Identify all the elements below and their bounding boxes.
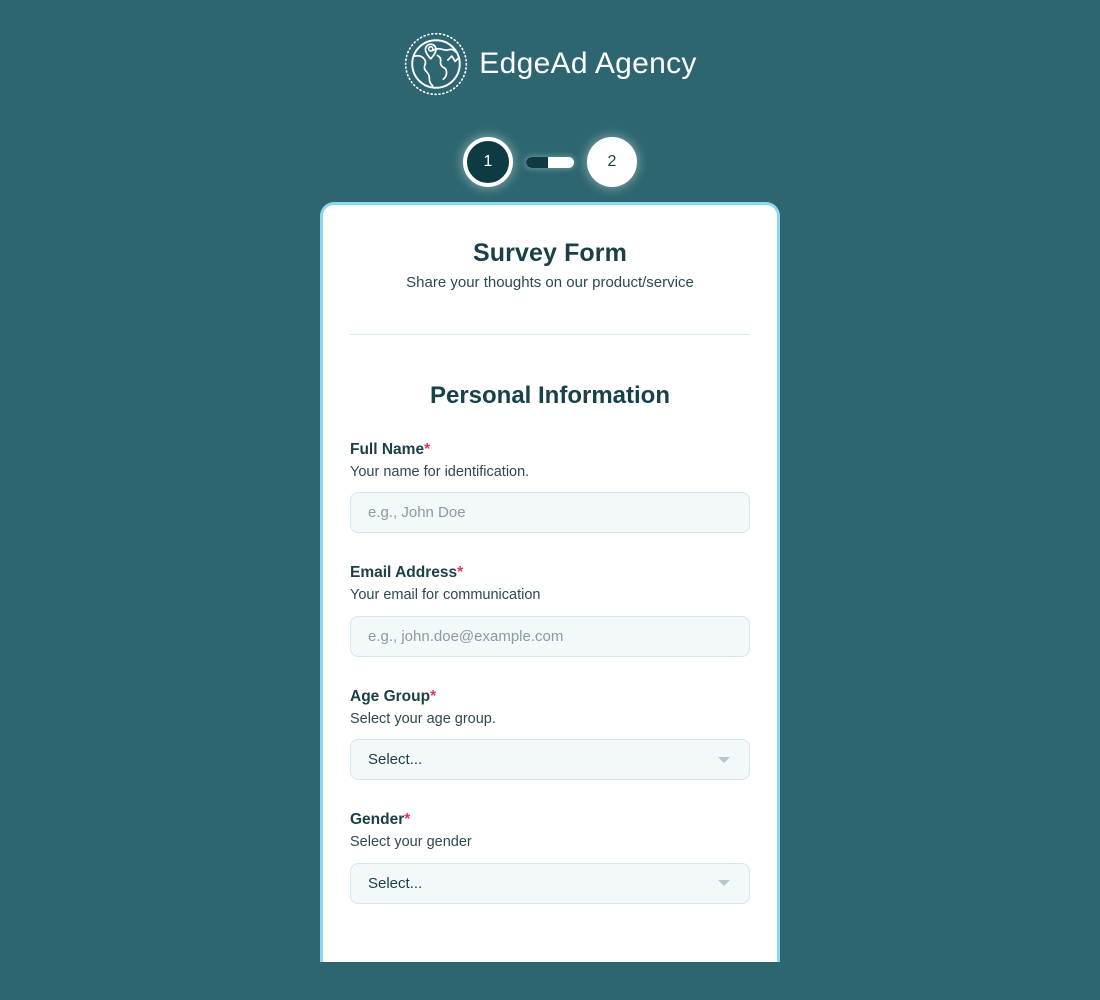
field-label-full-name: Full Name* (350, 440, 750, 461)
required-asterisk: * (424, 441, 431, 458)
required-asterisk: * (404, 811, 411, 829)
step-1-label: 1 (483, 153, 493, 170)
field-description-gender: Select your gender (350, 834, 472, 851)
field-label-text: Age Group (350, 687, 431, 705)
full-name-input[interactable] (350, 492, 750, 534)
field-email-address: Email Address* Your email for communicat… (350, 563, 750, 657)
survey-form-card: Survey Form Share your thoughts on our p… (320, 202, 780, 962)
form-card-wrapper: Survey Form Share your thoughts on our p… (0, 202, 1100, 962)
step-2-label: 2 (607, 153, 617, 170)
page-subtitle: Share your thoughts on our product/servi… (406, 274, 694, 291)
field-label-gender: Gender* (350, 810, 750, 831)
gender-select-value: Select... (368, 874, 423, 892)
chevron-down-icon (718, 756, 730, 763)
step-indicator: 1 2 (0, 110, 1100, 202)
field-label-text: Email Address (350, 564, 458, 582)
section-title-personal-information: Personal Information (429, 382, 671, 409)
field-label-text: Full Name (350, 441, 425, 458)
field-full-name: Full Name* Your name for identification. (350, 440, 750, 534)
header-divider (350, 334, 750, 335)
brand-header: EdgeAd Agency (0, 0, 1100, 110)
field-gender: Gender* Select your gender Select... (350, 810, 750, 904)
required-asterisk: * (430, 687, 437, 705)
field-label-text: Gender (350, 811, 405, 829)
field-label-email-address: Email Address* (350, 563, 750, 584)
field-description-email-address: Your email for communication (350, 587, 541, 604)
step-progress-fill (526, 156, 548, 168)
page-title: Survey Form (473, 239, 627, 267)
globe-location-pin-icon (403, 31, 469, 97)
step-2-indicator[interactable]: 2 (587, 137, 637, 187)
field-description-full-name: Your name for identification. (350, 463, 530, 480)
age-group-select-value: Select... (368, 751, 423, 769)
email-address-input[interactable] (350, 615, 750, 657)
field-description-age-group: Select your age group. (350, 710, 496, 727)
field-age-group: Age Group* Select your age group. Select… (350, 687, 750, 781)
brand-name: EdgeAd Agency (479, 47, 697, 80)
age-group-select[interactable]: Select... (350, 739, 750, 781)
required-asterisk: * (457, 564, 464, 582)
chevron-down-icon (718, 880, 730, 887)
field-label-age-group: Age Group* (350, 687, 750, 708)
step-1-indicator[interactable]: 1 (463, 137, 513, 187)
gender-select[interactable]: Select... (350, 862, 750, 904)
step-progress-connector (526, 156, 574, 168)
